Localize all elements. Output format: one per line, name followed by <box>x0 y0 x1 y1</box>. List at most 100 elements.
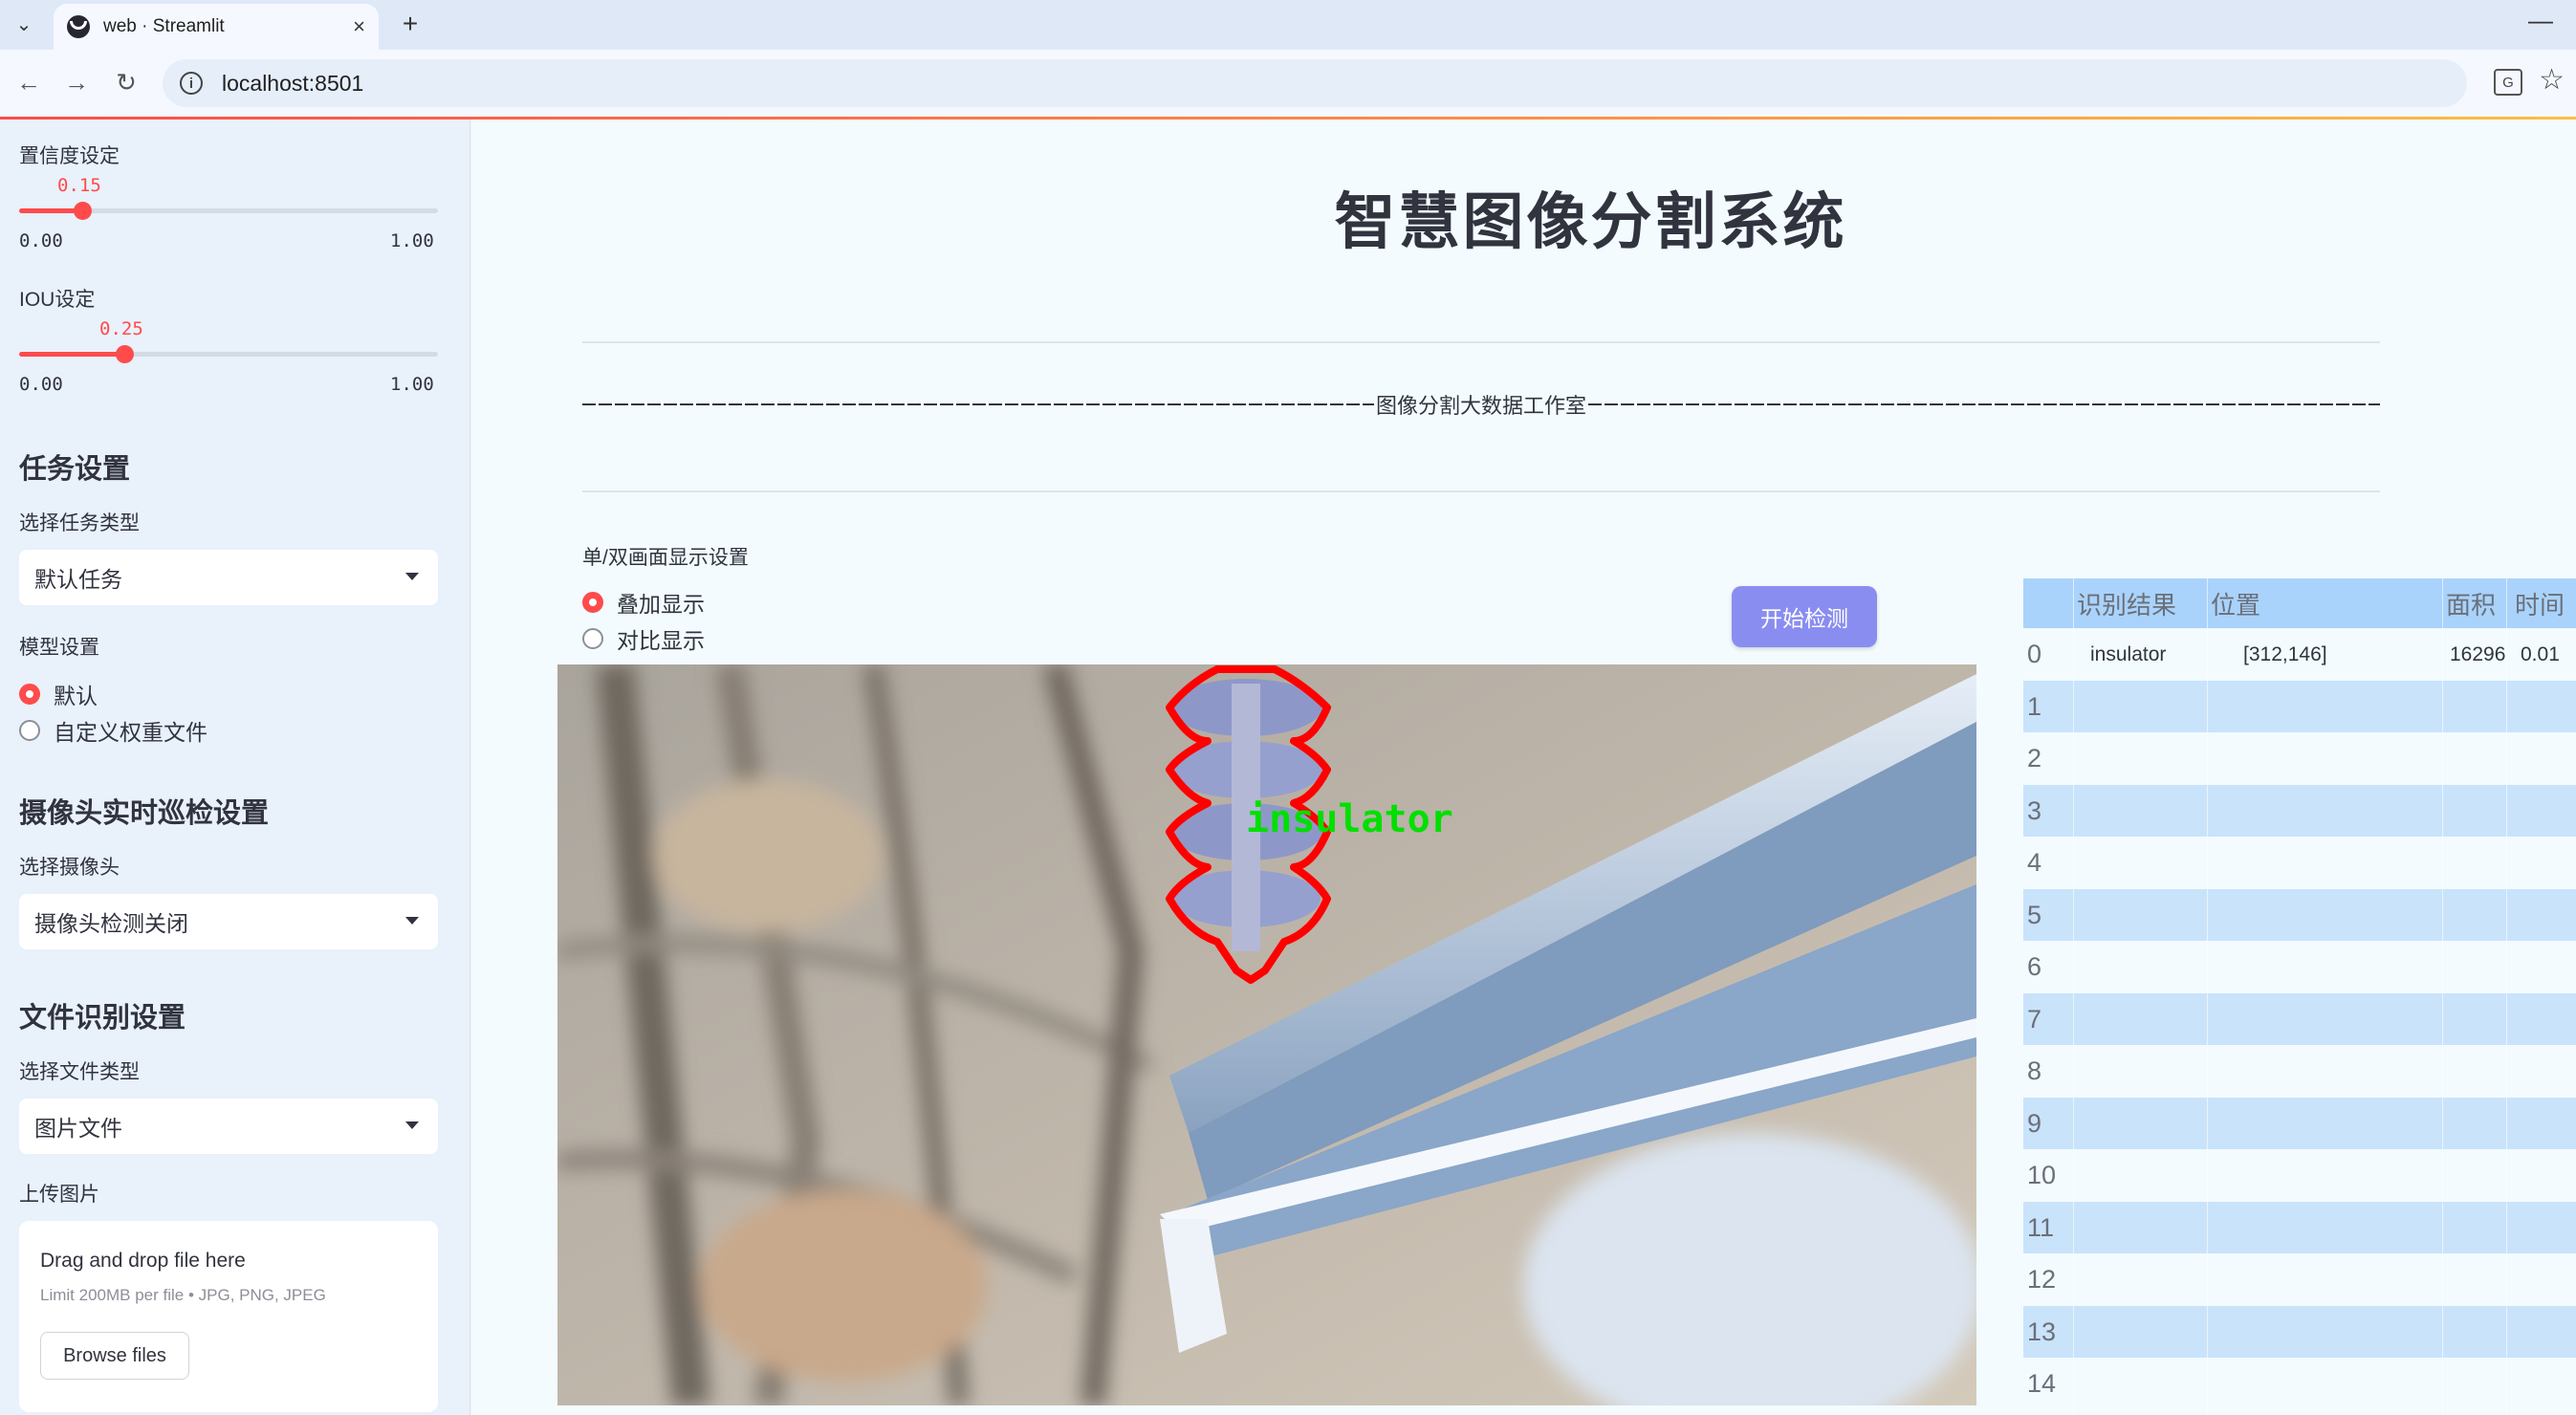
camera-select-value: 摄像头检测关闭 <box>34 911 188 936</box>
table-row[interactable]: 1 <box>2023 680 2576 733</box>
back-arrow-icon[interactable]: ← <box>10 63 48 101</box>
detection-result-image: insulator <box>557 664 1976 1405</box>
row-index: 2 <box>2027 744 2042 773</box>
subtitle-text: 图像分割大数据工作室 <box>1376 394 1587 418</box>
iou-slider[interactable] <box>19 345 438 363</box>
model-section-label: 模型设置 <box>19 637 99 659</box>
table-header-cell[interactable]: 时间 <box>2515 578 2565 628</box>
table-column-separator <box>2506 578 2507 1415</box>
confidence-value: 0.15 <box>57 175 101 196</box>
row-index: 0 <box>2027 640 2042 668</box>
browser-tab-bar: ⌄ web · Streamlit × + — <box>0 0 2576 50</box>
task-section-title: 任务设置 <box>19 454 131 485</box>
confidence-max: 1.00 <box>390 230 434 251</box>
url-field[interactable]: i localhost:8501 <box>163 59 2467 107</box>
reload-icon[interactable]: ↻ <box>107 63 145 101</box>
table-header-row: 识别结果 位置 面积 时间 <box>2023 578 2576 628</box>
task-type-select[interactable]: 默认任务 <box>19 550 438 605</box>
row-index: 4 <box>2027 848 2042 877</box>
confidence-min: 0.00 <box>19 230 63 251</box>
table-row[interactable]: 7 <box>2023 992 2576 1046</box>
table-header-cell[interactable]: 位置 <box>2211 578 2260 628</box>
camera-select[interactable]: 摄像头检测关闭 <box>19 894 438 949</box>
dash-line-left <box>582 403 1374 405</box>
table-row[interactable]: 6 <box>2023 941 2576 993</box>
translate-icon[interactable]: G <box>2494 69 2522 96</box>
tab-list-chevron-icon[interactable]: ⌄ <box>8 8 40 40</box>
tab-title: web · Streamlit <box>103 16 225 36</box>
detection-label: insulator <box>1246 797 1453 841</box>
table-cell-result: insulator <box>2090 642 2167 665</box>
table-row[interactable]: 5 <box>2023 888 2576 942</box>
display-mode-option-label: 叠加显示 <box>617 592 705 617</box>
table-row[interactable]: 8 <box>2023 1045 2576 1098</box>
row-index: 3 <box>2027 795 2042 825</box>
file-type-select[interactable]: 图片文件 <box>19 1099 438 1154</box>
browser-tab[interactable]: web · Streamlit × <box>54 4 379 50</box>
confidence-slider-thumb[interactable] <box>73 202 92 220</box>
browse-files-button[interactable]: Browse files <box>40 1332 189 1380</box>
page-title: 智慧图像分割系统 <box>1334 187 1847 256</box>
row-index: 11 <box>2027 1212 2055 1242</box>
iou-slider-fill <box>19 352 124 357</box>
model-option-label: 自定义权重文件 <box>54 720 207 745</box>
row-index: 13 <box>2027 1317 2057 1346</box>
radio-unselected-icon[interactable] <box>19 720 40 741</box>
tab-close-icon[interactable]: × <box>353 14 365 39</box>
file-section-title: 文件识别设置 <box>19 1003 186 1034</box>
streamlit-favicon-icon <box>67 15 90 38</box>
task-type-value: 默认任务 <box>34 567 122 592</box>
table-row[interactable]: 11 <box>2023 1201 2576 1254</box>
table-row[interactable]: 2 <box>2023 732 2576 785</box>
radio-unselected-icon[interactable] <box>582 628 603 649</box>
model-option-custom[interactable]: 自定义权重文件 <box>19 714 207 747</box>
table-row[interactable]: 10 <box>2023 1149 2576 1202</box>
row-index: 10 <box>2027 1161 2057 1189</box>
start-detection-button[interactable]: 开始检测 <box>1732 586 1877 647</box>
display-mode-compare[interactable]: 对比显示 <box>582 622 705 655</box>
table-row[interactable]: 4 <box>2023 837 2576 889</box>
iou-slider-thumb[interactable] <box>115 345 134 363</box>
confidence-slider[interactable] <box>19 202 438 220</box>
table-row[interactable]: 0 insulator [312,146] 16296 0.01 <box>2023 628 2576 681</box>
forward-arrow-icon[interactable]: → <box>57 63 96 101</box>
row-index: 5 <box>2027 900 2042 929</box>
divider <box>582 490 2380 492</box>
table-row[interactable]: 9 <box>2023 1097 2576 1150</box>
dropzone-text: Drag and drop file here <box>40 1250 246 1272</box>
radio-selected-icon[interactable] <box>582 592 603 613</box>
iou-min: 0.00 <box>19 374 63 395</box>
dash-line-right <box>1588 403 2380 405</box>
model-option-label: 默认 <box>54 684 98 708</box>
table-row[interactable]: 12 <box>2023 1253 2576 1306</box>
display-mode-overlay[interactable]: 叠加显示 <box>582 586 705 619</box>
file-dropzone[interactable]: Drag and drop file here Limit 200MB per … <box>19 1221 438 1412</box>
table-cell-area: 16296 <box>2450 642 2506 665</box>
table-row[interactable]: 13 <box>2023 1305 2576 1359</box>
row-index: 8 <box>2027 1056 2042 1085</box>
model-option-default[interactable]: 默认 <box>19 678 98 710</box>
bookmark-star-icon[interactable]: ☆ <box>2539 63 2565 97</box>
site-info-icon[interactable]: i <box>180 72 203 95</box>
row-index: 1 <box>2027 691 2042 721</box>
main-content: 智慧图像分割系统 图像分割大数据工作室 单/双画面显示设置 叠加显示 对比显示 … <box>471 120 2576 1415</box>
address-bar: ← → ↻ i localhost:8501 G ☆ <box>0 50 2576 117</box>
table-header-cell[interactable]: 面积 <box>2446 578 2496 628</box>
sidebar: 置信度设定 0.15 0.00 1.00 IOU设定 0.25 0.00 1.0… <box>0 120 470 1415</box>
table-column-separator <box>2207 578 2208 1415</box>
window-minimize-button[interactable]: — <box>2528 6 2553 35</box>
display-mode-label: 单/双画面显示设置 <box>582 547 749 569</box>
table-header-cell[interactable]: 识别结果 <box>2077 578 2176 628</box>
table-row[interactable]: 14 <box>2023 1358 2576 1410</box>
new-tab-button[interactable]: + <box>394 8 426 40</box>
url-text[interactable]: localhost:8501 <box>222 71 363 97</box>
chevron-down-icon <box>405 573 419 580</box>
radio-selected-icon[interactable] <box>19 684 40 705</box>
confidence-slider-fill <box>19 208 82 213</box>
divider <box>582 341 2380 343</box>
chevron-down-icon <box>405 1121 419 1129</box>
subtitle-row: 图像分割大数据工作室 <box>582 389 2380 420</box>
results-table[interactable]: 识别结果 位置 面积 时间 0 insulator [312,146] 16296 0.01 1 2… <box>2023 578 2576 1415</box>
confidence-label: 置信度设定 <box>19 145 120 167</box>
table-row[interactable]: 3 <box>2023 784 2576 838</box>
